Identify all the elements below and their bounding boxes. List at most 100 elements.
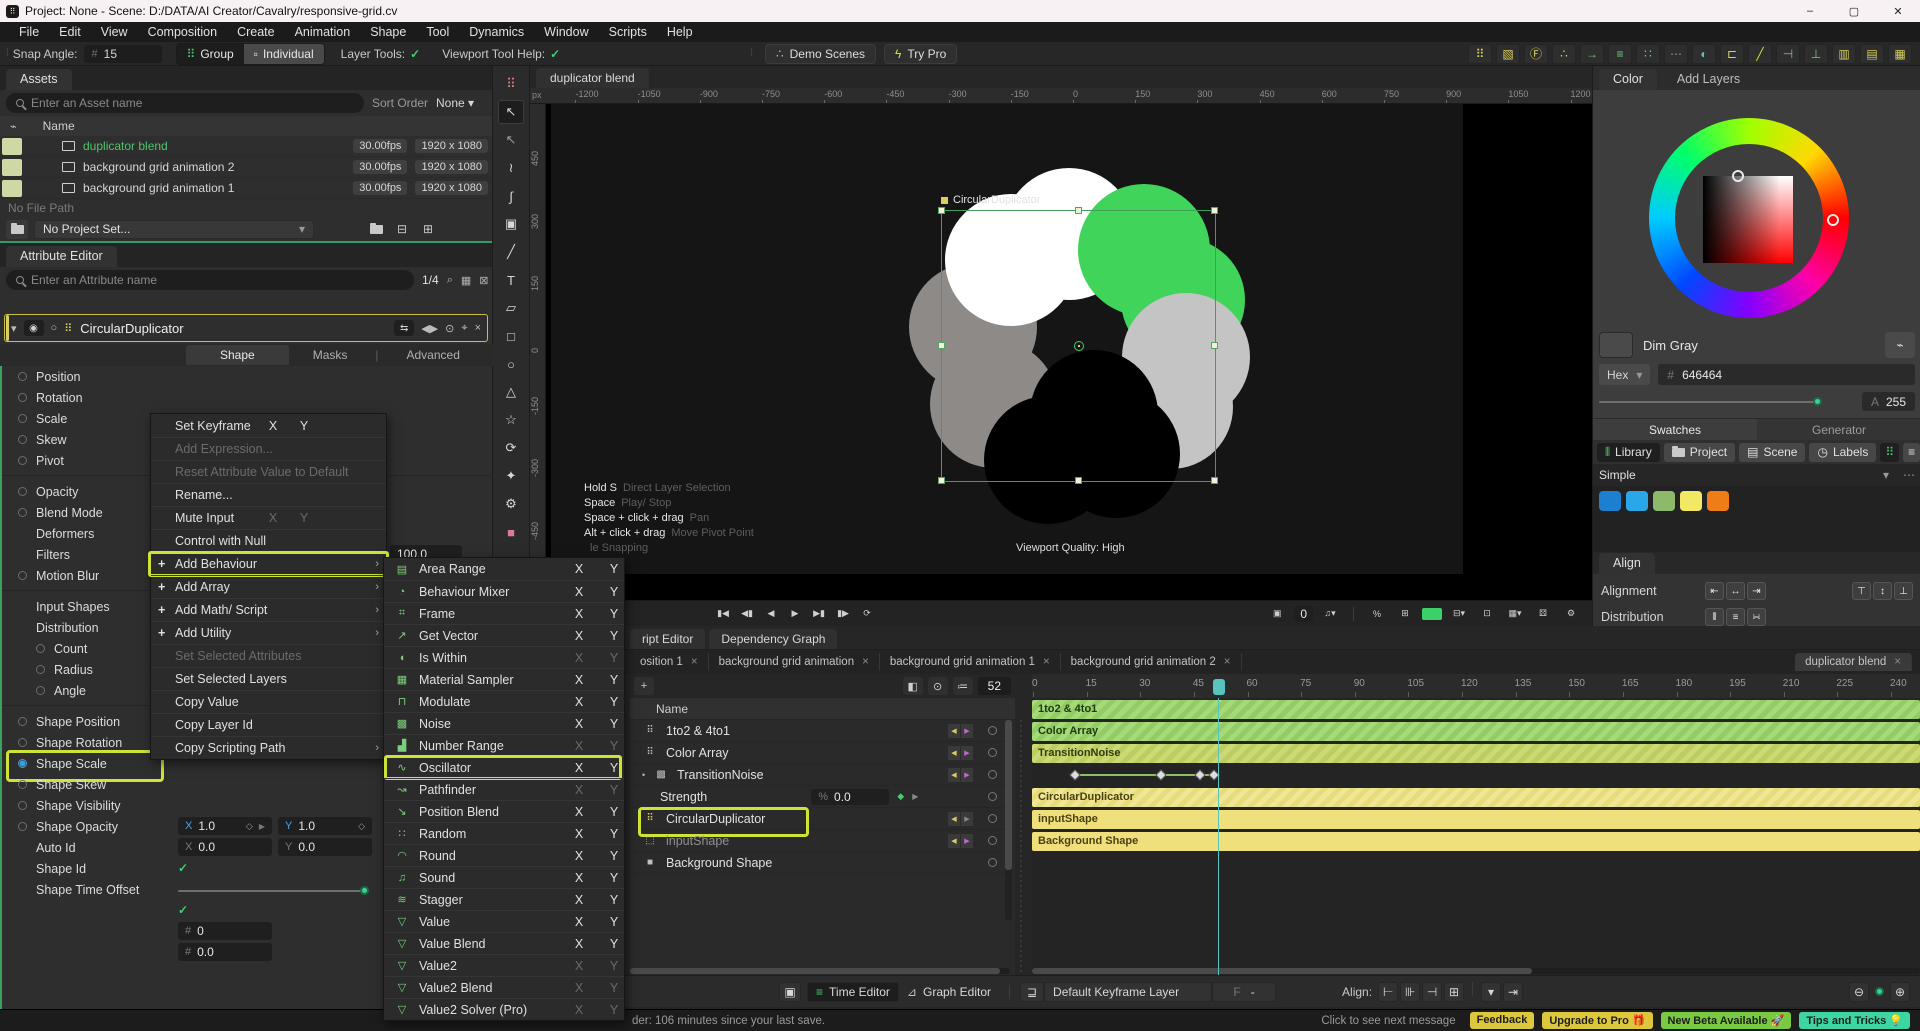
layer-list-scrollbar[interactable] [1005,720,1012,920]
solo-circle-icon[interactable] [988,836,997,845]
shape-scale-y-field[interactable]: Y1.0◇ [278,817,372,835]
group-toggle[interactable]: ⠿Group [177,44,244,64]
selection-handle[interactable] [1211,342,1218,349]
submenu-item[interactable]: ↘ Position Blend X Y [384,800,624,822]
submenu-item[interactable]: ∷ Random X Y [384,822,624,844]
status-badge[interactable]: New Beta Available 🚀 [1661,1012,1792,1029]
context-menu-item[interactable]: + Add Behaviour › [151,552,386,575]
monitor-icon[interactable]: ⊟▾ [1448,605,1470,623]
asset-search-input[interactable]: Enter an Asset name [6,93,364,113]
toolbar-icon-button[interactable]: ≡ [1608,44,1632,64]
layer-header[interactable]: ▾ ◉ ○ ⠿ CircularDuplicator ⇆ ◀▶ ⊙ ⌖ × [4,314,488,342]
timeline-zoom-knob[interactable] [1875,987,1884,996]
selection-handle[interactable] [938,477,945,484]
window-button[interactable]: ⊟ [392,220,412,238]
submenu-item[interactable]: ▦ Material Sampler X Y [384,668,624,690]
toolbar-icon-button[interactable]: ⋯ [1664,44,1688,64]
align-keys-right-button[interactable]: ⊣ [1422,982,1442,1002]
context-menu-item[interactable]: Copy Layer Id [151,713,386,736]
asset-row[interactable]: duplicator blend 30.00fps 1920 x 1080 [0,136,492,157]
list-view-toggle[interactable]: ≡ [1903,443,1920,462]
composition-tab[interactable]: background grid animation 1× [880,653,1061,671]
tab-masks[interactable]: Masks [289,345,372,365]
asset-color-swatch[interactable] [2,159,22,176]
tab-add-layers[interactable]: Add Layers [1663,69,1754,90]
tool-button[interactable]: ✦ [498,464,524,488]
keyframe-radio[interactable] [36,665,45,674]
status-badge[interactable]: Upgrade to Pro 🎁 [1542,1012,1652,1029]
shape-scale-x-field[interactable]: X1.0◇▶ [178,817,272,835]
asset-color-swatch[interactable] [2,180,22,197]
tool-button[interactable]: ⠿ [498,72,524,96]
close-tab-icon[interactable]: × [1224,656,1231,668]
menu-item[interactable]: Edit [50,25,90,39]
time-editor-toggle[interactable]: ≡Time Editor [807,982,899,1002]
alpha-field[interactable]: A255 [1862,392,1915,411]
timeline-bar[interactable]: Color Array [1032,722,1920,741]
dice-icon[interactable]: ⚄ [1532,605,1554,623]
open-folder-button[interactable] [366,220,386,238]
zoom-out-icon[interactable]: ⊖ [1849,982,1869,1002]
asset-color-swatch[interactable] [2,138,22,155]
settings-gear-icon[interactable]: ⚙ [1560,605,1582,623]
color-mode-select[interactable]: Hex▾ [1599,364,1650,385]
keyframe-radio[interactable] [18,717,27,726]
submenu-item[interactable]: ↝ Pathfinder X Y [384,778,624,800]
sort-order-select[interactable]: None ▾ [436,96,474,110]
demo-scenes-button[interactable]: ∴ Demo Scenes [765,44,876,64]
menu-item[interactable]: View [92,25,137,39]
render-grid-icon[interactable]: ▦▾ [1504,605,1526,623]
keyframe-radio[interactable] [18,487,27,496]
next-message-link[interactable]: Click to see next message [1321,1015,1455,1027]
timeline-bar[interactable]: TransitionNoise [1032,744,1920,763]
context-menu-item[interactable]: Control with Null [151,529,386,552]
attribute-row[interactable]: Rotation [2,387,493,408]
tool-button[interactable]: ↖ [498,128,524,152]
context-menu-item[interactable]: + Add Utility › [151,621,386,644]
submenu-item[interactable]: ▽ Value2 Blend X Y [384,976,624,998]
layer-row[interactable]: ■Background Shape [630,852,1015,874]
timeline-bar[interactable]: Background Shape [1032,832,1920,851]
submenu-item[interactable]: ▽ Value X Y [384,910,624,932]
color-swatch[interactable] [1680,491,1702,511]
selection-handle[interactable] [1075,207,1082,214]
layer-row[interactable]: ⠿1to2 & 4to1◀▶ [630,720,1015,742]
attribute-row[interactable]: Position [2,366,493,387]
toolbar-icon-button[interactable]: ▧ [1496,44,1520,64]
layers-stack-icon[interactable]: ⊡ [1476,605,1498,623]
individual-toggle[interactable]: ▫Individual [244,44,324,64]
solo-circle-icon[interactable] [988,858,997,867]
tab-attribute-editor[interactable]: Attribute Editor [6,246,117,267]
grid-view-toggle[interactable]: ⠿ [1880,443,1899,462]
try-pro-button[interactable]: ϟ Try Pro [884,44,957,64]
toolbar-icon-button[interactable]: ▥ [1832,44,1856,64]
viewport-canvas[interactable]: CircularDuplicator Hold SDirect Layer Se… [546,104,1592,600]
composition-tab[interactable]: background grid animation 2× [1061,653,1242,671]
tab-assets[interactable]: Assets [6,69,72,90]
keyframe-diamond-icon[interactable]: ◇ [246,821,253,832]
toolbar-icon-button[interactable]: ▤ [1860,44,1884,64]
list-h-scrollbar[interactable] [630,968,1010,974]
percent-icon[interactable]: % [1366,605,1388,623]
shape-time-offset-field[interactable]: #0.0 [178,943,272,961]
tab-align[interactable]: Align [1599,553,1655,574]
toolbar-icon-button[interactable]: ▦ [1888,44,1912,64]
viewport-tab[interactable]: duplicator blend [536,68,649,88]
close-button[interactable]: ✕ [1876,0,1920,22]
submenu-item[interactable]: ♫ Sound X Y [384,866,624,888]
solo-circle-icon[interactable] [988,814,997,823]
solo-circle-icon[interactable] [988,726,997,735]
timeline-bar[interactable]: 1to2 & 4to1 [1032,700,1920,719]
in-out-buttons[interactable]: ◀▶ [948,812,973,826]
tab-generator[interactable]: Generator [1757,419,1920,440]
eyedropper-icon[interactable]: ⌁ [10,120,17,133]
audio-icon[interactable]: ♫▾ [1319,605,1341,623]
in-out-buttons[interactable]: ◀▶ [948,746,973,760]
keyframe-radio[interactable] [36,686,45,695]
timeline-bar[interactable]: inputShape [1032,810,1920,829]
solo-circle-icon[interactable] [988,770,997,779]
minimize-button[interactable]: – [1788,0,1832,22]
keyframe-layer-icon[interactable]: ⊒ [1020,982,1044,1002]
editor-tab[interactable]: Dependency Graph [709,629,837,649]
keyframe-radio[interactable] [18,508,27,517]
